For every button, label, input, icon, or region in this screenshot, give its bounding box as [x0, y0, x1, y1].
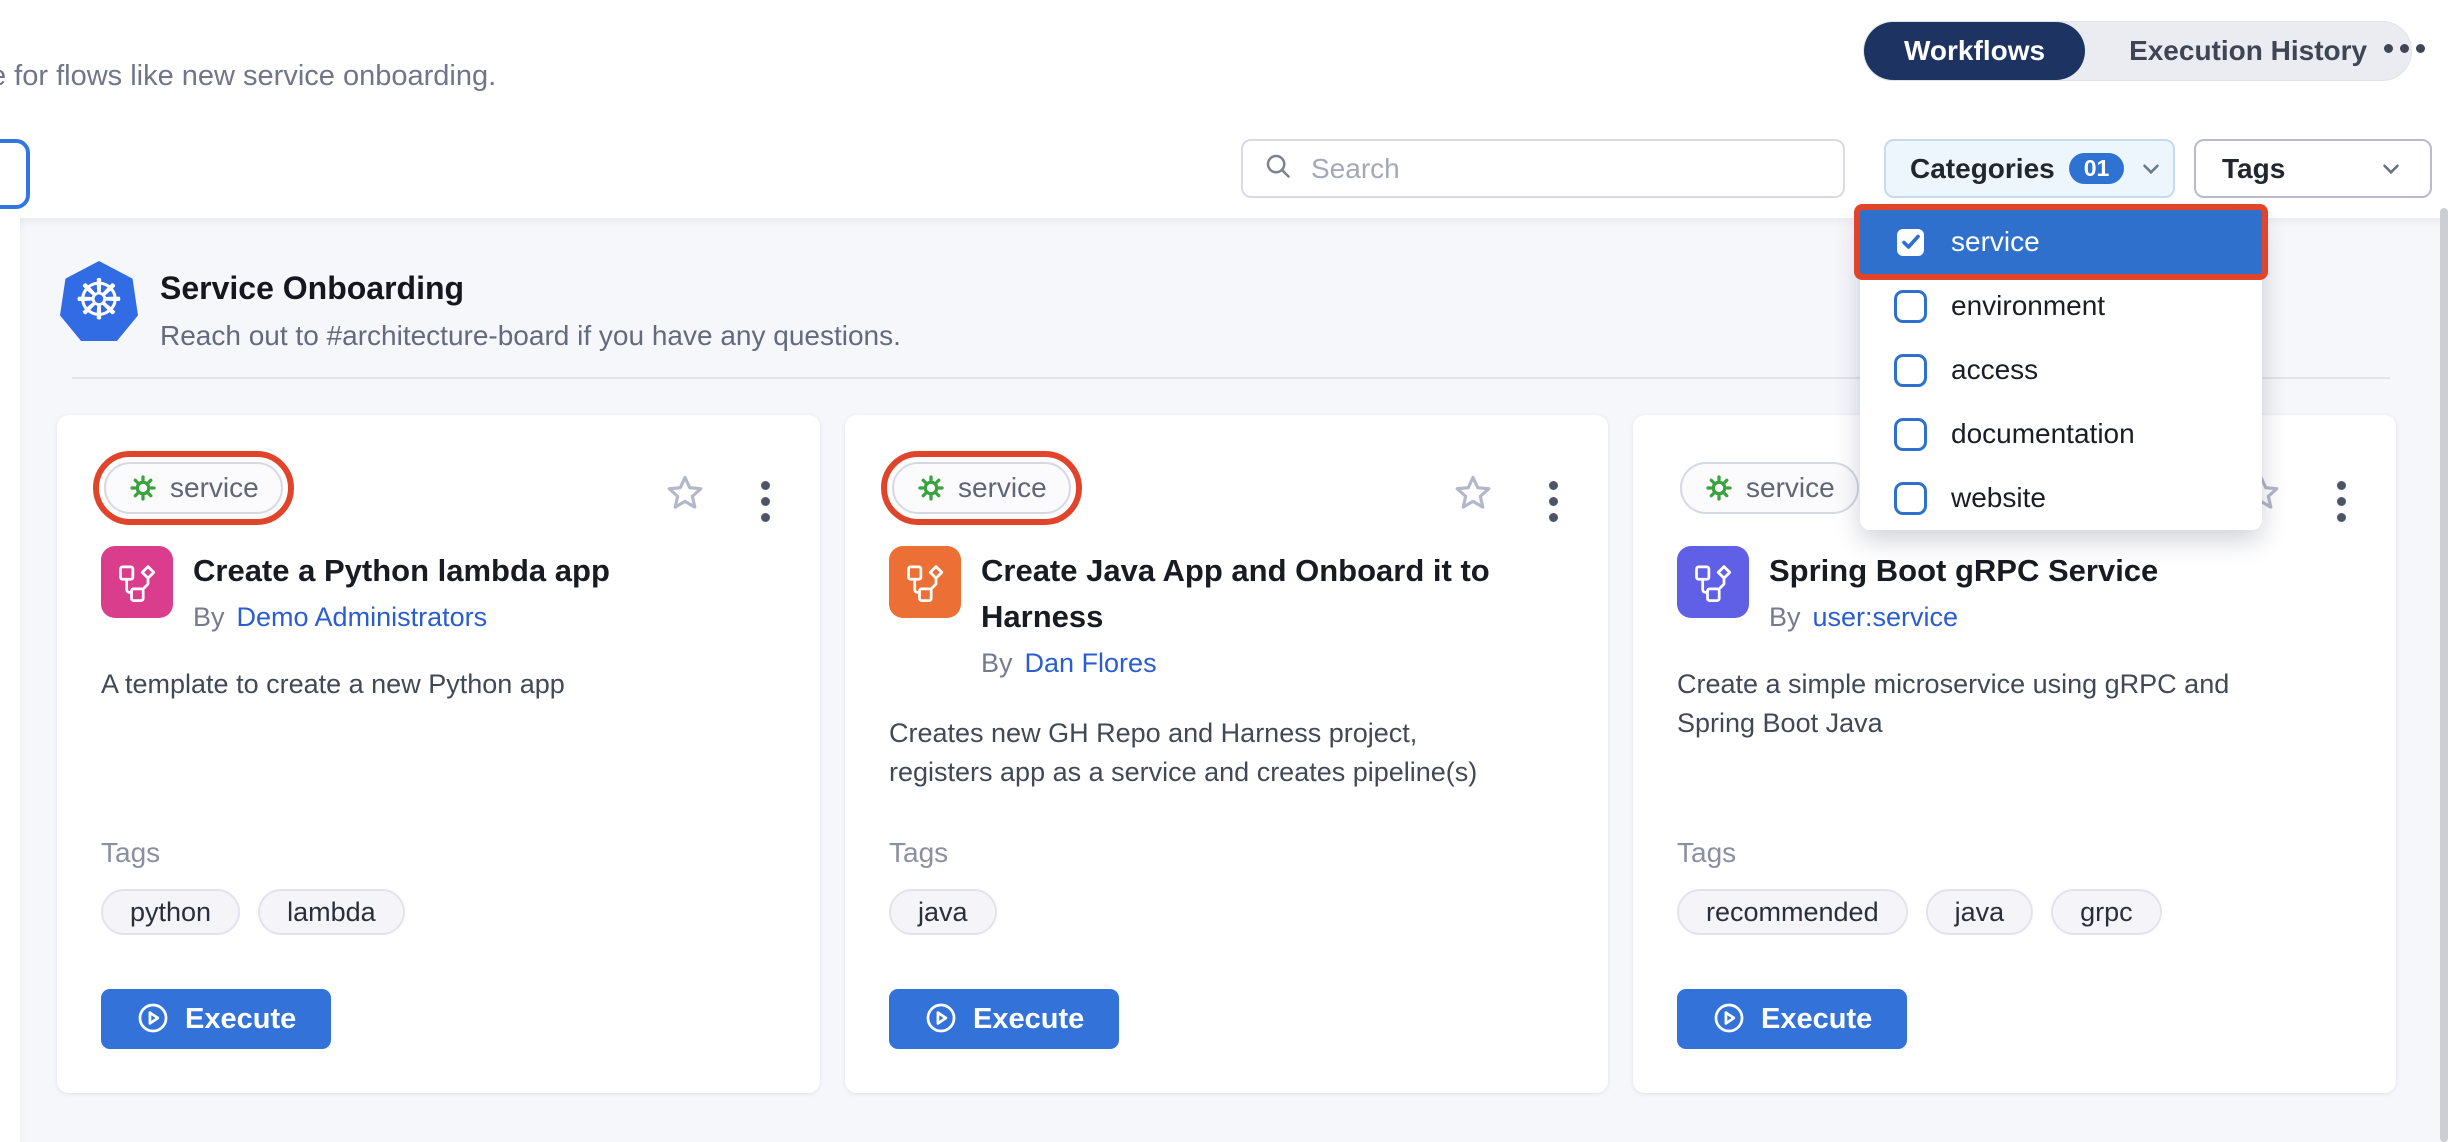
owner-link[interactable]: user:service — [1813, 602, 1959, 632]
star-icon[interactable] — [663, 473, 707, 520]
tab-execution-history[interactable]: Execution History — [2085, 22, 2411, 80]
kebab-menu-icon[interactable] — [1545, 477, 1562, 526]
category-chip-label: service — [958, 472, 1047, 504]
option-label: access — [1951, 354, 2038, 386]
chevron-down-icon — [2138, 156, 2164, 182]
annotation-highlight: service — [881, 451, 1082, 525]
checkbox-checked[interactable] — [1894, 226, 1927, 259]
dropdown-option-environment[interactable]: environment — [1860, 274, 2262, 338]
by-label: By — [193, 602, 225, 632]
more-options-icon[interactable] — [2384, 44, 2425, 53]
by-label: By — [1769, 602, 1801, 632]
owner-link[interactable]: Dan Flores — [1025, 648, 1157, 678]
execute-button[interactable]: Execute — [101, 989, 331, 1049]
category-chip[interactable]: service — [104, 462, 283, 514]
gear-icon — [916, 473, 946, 503]
partial-left-button[interactable] — [0, 139, 30, 209]
execute-label: Execute — [185, 1003, 296, 1036]
categories-count-badge: 01 — [2069, 153, 2125, 184]
gear-icon — [128, 473, 158, 503]
gear-icon — [1704, 473, 1734, 503]
play-icon — [136, 1001, 170, 1038]
card-title: Spring Boot gRPC Service — [1769, 548, 2158, 594]
dropdown-option-website[interactable]: website — [1860, 466, 2262, 530]
category-chip-label: service — [170, 472, 259, 504]
execute-button[interactable]: Execute — [889, 989, 1119, 1049]
kebab-menu-icon[interactable] — [2333, 477, 2350, 526]
tags-filter-label: Tags — [2222, 153, 2285, 185]
workflows-page: e for flows like new service onboarding.… — [0, 0, 2448, 1142]
dropdown-option-access[interactable]: access — [1860, 338, 2262, 402]
tab-workflows[interactable]: Workflows — [1864, 22, 2085, 80]
workflow-template-icon — [1677, 546, 1749, 618]
execute-label: Execute — [1761, 1003, 1872, 1036]
page-subtitle-partial: e for flows like new service onboarding. — [0, 60, 496, 93]
play-icon — [924, 1001, 958, 1038]
checkbox-unchecked[interactable] — [1894, 418, 1927, 451]
card-title: Create Java App and Onboard it to Harnes… — [981, 548, 1567, 640]
search-input[interactable] — [1309, 152, 1823, 186]
annotation-highlight: service — [93, 451, 294, 525]
checkbox-unchecked[interactable] — [1894, 290, 1927, 323]
execute-button[interactable]: Execute — [1677, 989, 1907, 1049]
execute-label: Execute — [973, 1003, 1084, 1036]
search-icon — [1263, 151, 1293, 186]
kebab-menu-icon[interactable] — [757, 477, 774, 526]
option-label: service — [1951, 226, 2040, 258]
search-input-wrap — [1241, 139, 1845, 198]
owner-link[interactable]: Demo Administrators — [237, 602, 488, 632]
option-label: website — [1951, 482, 2046, 514]
categories-label: Categories — [1910, 153, 2055, 185]
categories-filter-button[interactable]: Categories 01 — [1884, 139, 2175, 198]
category-chip[interactable]: service — [1680, 462, 1859, 514]
categories-dropdown: service environment access documentation… — [1860, 210, 2262, 530]
card-description: Create a simple microservice using gRPC … — [1677, 665, 2287, 743]
section-title: Service Onboarding — [160, 270, 464, 307]
tag-pill[interactable]: java — [1926, 889, 2034, 935]
tags-label: Tags — [889, 837, 997, 869]
tags-filter-button[interactable]: Tags — [2194, 139, 2432, 198]
view-toggle: Workflows Execution History — [1863, 21, 2412, 81]
tag-pill[interactable]: grpc — [2051, 889, 2162, 935]
checkbox-unchecked[interactable] — [1894, 354, 1927, 387]
workflow-card: service Create Java App and Onboard it t… — [845, 415, 1608, 1093]
star-icon[interactable] — [1451, 473, 1495, 520]
card-description: Creates new GH Repo and Harness project,… — [889, 714, 1519, 792]
workflow-card: service Create a Python lambda app — [57, 415, 820, 1093]
by-label: By — [981, 648, 1013, 678]
card-description: A template to create a new Python app — [101, 665, 777, 704]
tags-label: Tags — [1677, 837, 2162, 869]
vertical-scrollbar[interactable] — [2440, 208, 2448, 1142]
chevron-down-icon — [2378, 156, 2404, 182]
checkbox-unchecked[interactable] — [1894, 482, 1927, 515]
dropdown-option-documentation[interactable]: documentation — [1860, 402, 2262, 466]
tag-pill[interactable]: java — [889, 889, 997, 935]
play-icon — [1712, 1001, 1746, 1038]
dropdown-option-service[interactable]: service — [1860, 210, 2262, 274]
workflow-template-icon — [889, 546, 961, 618]
tag-pill[interactable]: recommended — [1677, 889, 1908, 935]
option-label: documentation — [1951, 418, 2135, 450]
section-subtitle: Reach out to #architecture-board if you … — [160, 320, 901, 352]
category-chip[interactable]: service — [892, 462, 1071, 514]
workflow-template-icon — [101, 546, 173, 618]
tag-pill[interactable]: lambda — [258, 889, 405, 935]
option-label: environment — [1951, 290, 2105, 322]
category-chip-wrap: service — [1669, 451, 1870, 525]
tags-label: Tags — [101, 837, 405, 869]
tag-pill[interactable]: python — [101, 889, 240, 935]
card-title: Create a Python lambda app — [193, 548, 610, 594]
category-chip-label: service — [1746, 472, 1835, 504]
